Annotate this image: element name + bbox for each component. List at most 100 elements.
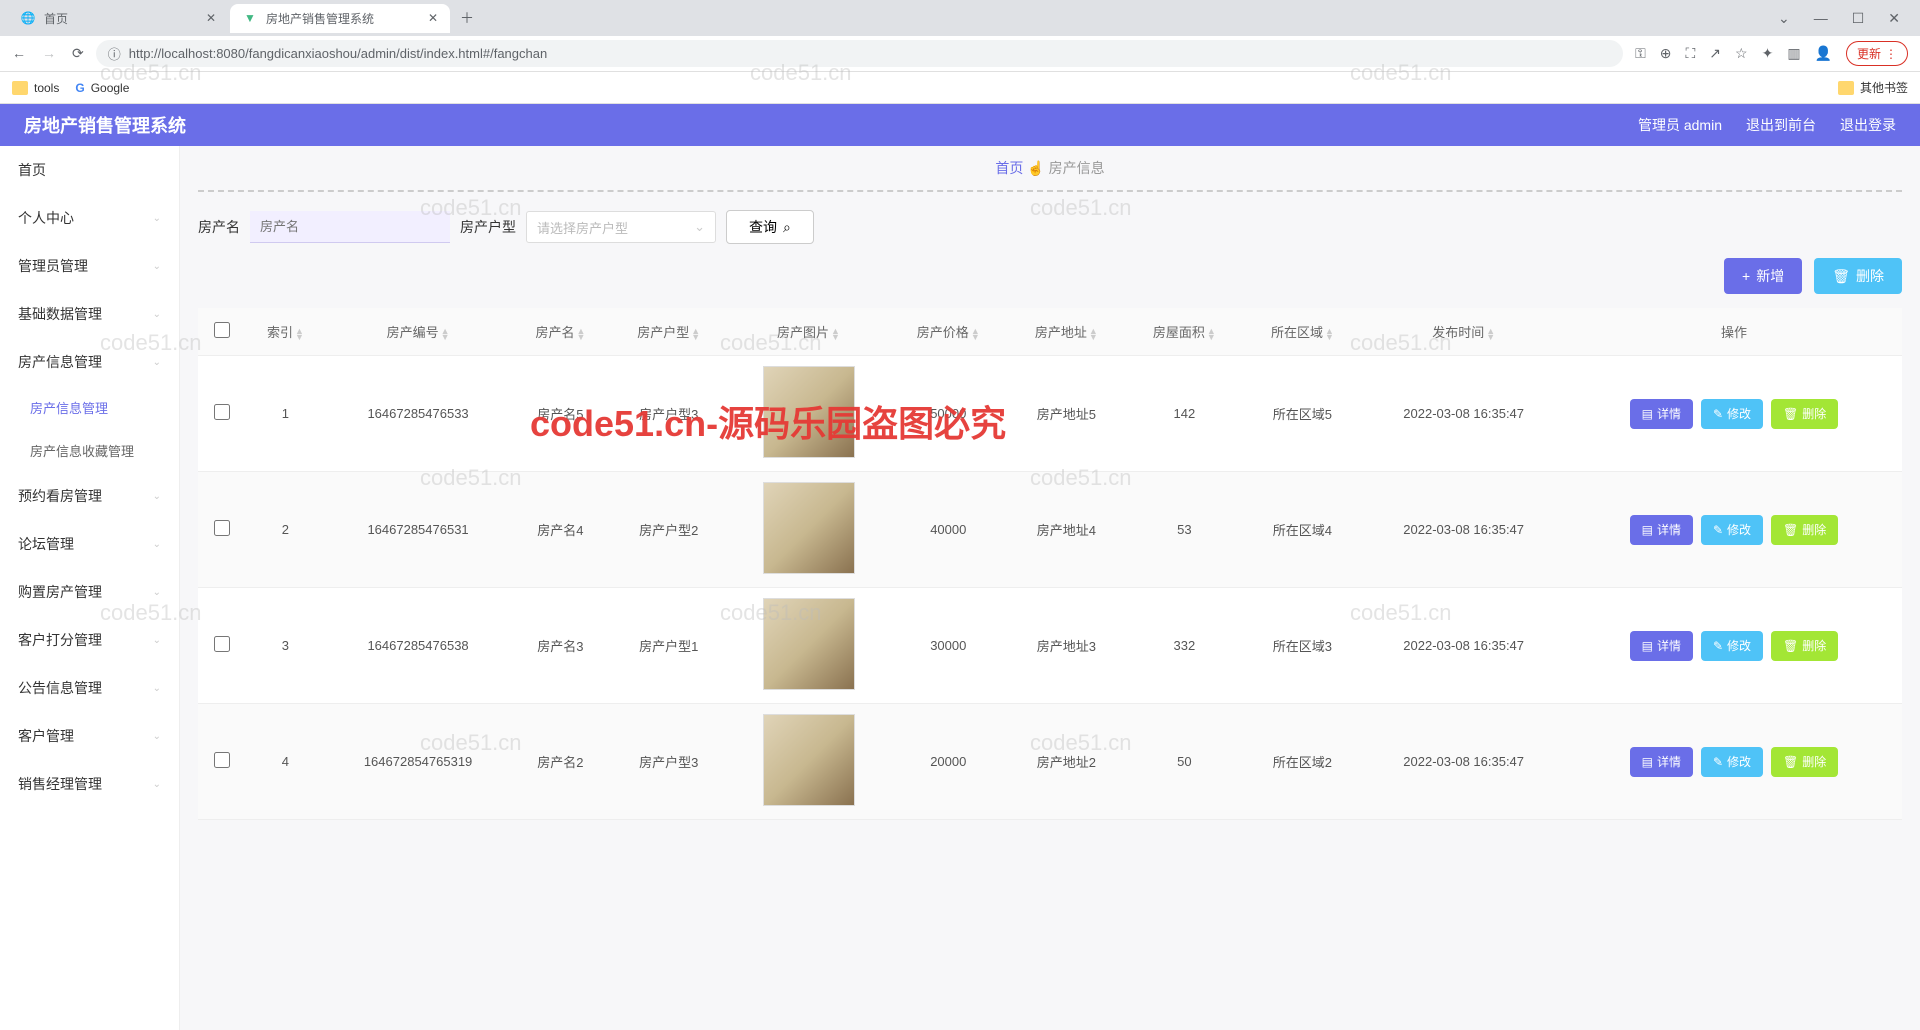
- select-all-checkbox[interactable]: [214, 322, 230, 338]
- exit-to-front-link[interactable]: 退出到前台: [1746, 115, 1816, 135]
- cell-region: 所在区域2: [1243, 704, 1361, 820]
- panel-icon[interactable]: ▥: [1787, 45, 1800, 62]
- table-header[interactable]: 房产价格▲▼: [889, 308, 1007, 356]
- cell-type: 房产户型2: [610, 472, 728, 588]
- translate-icon[interactable]: ⛶: [1685, 45, 1695, 62]
- edit-button[interactable]: ✎修改: [1701, 399, 1763, 429]
- table-header[interactable]: 索引▲▼: [246, 308, 325, 356]
- edit-button[interactable]: ✎修改: [1701, 631, 1763, 661]
- row-delete-button[interactable]: 🗑删除: [1771, 747, 1838, 777]
- update-button[interactable]: 更新⋮: [1846, 41, 1908, 66]
- close-window-icon[interactable]: ✕: [1888, 10, 1900, 27]
- chevron-down-icon: ⌄: [153, 357, 161, 368]
- cell-image: [728, 472, 890, 588]
- browser-tab-app[interactable]: ▼ 房地产销售管理系统 ✕: [230, 4, 450, 33]
- detail-button[interactable]: ▤详情: [1630, 399, 1693, 429]
- add-button[interactable]: + 新增: [1724, 258, 1802, 294]
- url-input[interactable]: ⓘ http://localhost:8080/fangdicanxiaosho…: [96, 40, 1623, 67]
- row-checkbox[interactable]: [214, 404, 230, 420]
- close-icon[interactable]: ✕: [206, 11, 216, 25]
- sidebar-item[interactable]: 个人中心⌄: [0, 194, 179, 242]
- table-header[interactable]: 操作: [1566, 308, 1902, 356]
- chevron-down-icon: ⌄: [153, 587, 161, 598]
- back-icon[interactable]: ←: [12, 45, 26, 62]
- cell-index: 4: [246, 704, 325, 820]
- key-icon[interactable]: ⚿: [1635, 45, 1646, 62]
- table-header[interactable]: 所在区域▲▼: [1243, 308, 1361, 356]
- table-header[interactable]: 房产图片▲▼: [728, 308, 890, 356]
- user-label[interactable]: 管理员 admin: [1638, 115, 1722, 135]
- table-header[interactable]: 房产编号▲▼: [325, 308, 511, 356]
- cell-area: 53: [1125, 472, 1243, 588]
- share-icon[interactable]: ↗: [1709, 45, 1721, 62]
- profile-icon[interactable]: 👤: [1815, 45, 1832, 62]
- table-header[interactable]: 房屋面积▲▼: [1125, 308, 1243, 356]
- sidebar-item[interactable]: 房产信息管理⌄: [0, 338, 179, 386]
- sort-icon: ▲▼: [1089, 328, 1098, 340]
- bookmark-google[interactable]: GGoogle: [75, 81, 129, 95]
- sidebar-item[interactable]: 论坛管理⌄: [0, 520, 179, 568]
- row-delete-button[interactable]: 🗑删除: [1771, 515, 1838, 545]
- property-image: [763, 366, 855, 458]
- star-icon[interactable]: ☆: [1735, 45, 1748, 62]
- bookmark-bar: tools GGoogle 其他书签: [0, 72, 1920, 104]
- table-header[interactable]: 发布时间▲▼: [1361, 308, 1565, 356]
- sidebar-item-label: 预约看房管理: [18, 486, 102, 506]
- zoom-icon[interactable]: ⊕: [1660, 45, 1672, 62]
- bookmark-tools[interactable]: tools: [12, 81, 59, 95]
- bookmark-other[interactable]: 其他书签: [1838, 79, 1908, 96]
- detail-button[interactable]: ▤详情: [1630, 515, 1693, 545]
- sidebar-sub-item[interactable]: 房产信息收藏管理: [0, 429, 179, 472]
- table-header[interactable]: 房产地址▲▼: [1007, 308, 1125, 356]
- trash-icon: 🗑: [1832, 268, 1850, 285]
- sidebar-item[interactable]: 基础数据管理⌄: [0, 290, 179, 338]
- maximize-icon[interactable]: ☐: [1852, 10, 1865, 27]
- sidebar-item[interactable]: 首页: [0, 146, 179, 194]
- row-checkbox[interactable]: [214, 636, 230, 652]
- forward-icon[interactable]: →: [42, 45, 56, 62]
- detail-button[interactable]: ▤详情: [1630, 631, 1693, 661]
- search-type-select[interactable]: 请选择房产户型 ⌄: [526, 211, 716, 243]
- sidebar-item[interactable]: 管理员管理⌄: [0, 242, 179, 290]
- cell-time: 2022-03-08 16:35:47: [1361, 472, 1565, 588]
- breadcrumb-home[interactable]: 首页: [995, 160, 1023, 176]
- search-row: 房产名 房产户型 请选择房产户型 ⌄ 查询 ⌕: [198, 206, 1902, 258]
- sidebar-item[interactable]: 预约看房管理⌄: [0, 472, 179, 520]
- delete-button[interactable]: 🗑 删除: [1814, 258, 1902, 294]
- chevron-down-icon: ⌄: [153, 213, 161, 224]
- search-name-input[interactable]: [250, 211, 450, 243]
- sidebar-item[interactable]: 销售经理管理⌄: [0, 760, 179, 808]
- logout-link[interactable]: 退出登录: [1840, 115, 1896, 135]
- sidebar-item[interactable]: 客户打分管理⌄: [0, 616, 179, 664]
- new-tab-button[interactable]: ＋: [452, 4, 482, 32]
- minimize-icon[interactable]: —: [1814, 10, 1828, 27]
- sidebar-item[interactable]: 购置房产管理⌄: [0, 568, 179, 616]
- edit-button[interactable]: ✎修改: [1701, 515, 1763, 545]
- edit-button[interactable]: ✎修改: [1701, 747, 1763, 777]
- browser-tab-home[interactable]: 🌐 首页 ✕: [8, 4, 228, 33]
- sidebar-item-label: 客户打分管理: [18, 630, 102, 650]
- list-icon: ▤: [1642, 523, 1653, 537]
- sidebar-sub-item[interactable]: 房产信息管理: [0, 386, 179, 429]
- extensions-icon[interactable]: ✦: [1762, 45, 1774, 62]
- reload-icon[interactable]: ⟳: [72, 45, 84, 62]
- table-header[interactable]: 房产户型▲▼: [610, 308, 728, 356]
- chevron-down-icon[interactable]: ⌄: [1778, 10, 1790, 27]
- row-delete-button[interactable]: 🗑删除: [1771, 631, 1838, 661]
- sidebar-item[interactable]: 客户管理⌄: [0, 712, 179, 760]
- sidebar-item[interactable]: 公告信息管理⌄: [0, 664, 179, 712]
- sidebar: 首页个人中心⌄管理员管理⌄基础数据管理⌄房产信息管理⌄房产信息管理房产信息收藏管…: [0, 146, 180, 1030]
- detail-button[interactable]: ▤详情: [1630, 747, 1693, 777]
- cell-region: 所在区域3: [1243, 588, 1361, 704]
- query-button[interactable]: 查询 ⌕: [726, 210, 814, 244]
- address-bar: ← → ⟳ ⓘ http://localhost:8080/fangdicanx…: [0, 36, 1920, 72]
- table-header[interactable]: 房产名▲▼: [511, 308, 610, 356]
- cell-name: 房产名3: [511, 588, 610, 704]
- row-delete-button[interactable]: 🗑删除: [1771, 399, 1838, 429]
- sidebar-item-label: 首页: [18, 160, 46, 180]
- row-checkbox[interactable]: [214, 520, 230, 536]
- property-image: [763, 598, 855, 690]
- close-icon[interactable]: ✕: [428, 11, 438, 25]
- row-checkbox[interactable]: [214, 752, 230, 768]
- list-icon: ▤: [1642, 407, 1653, 421]
